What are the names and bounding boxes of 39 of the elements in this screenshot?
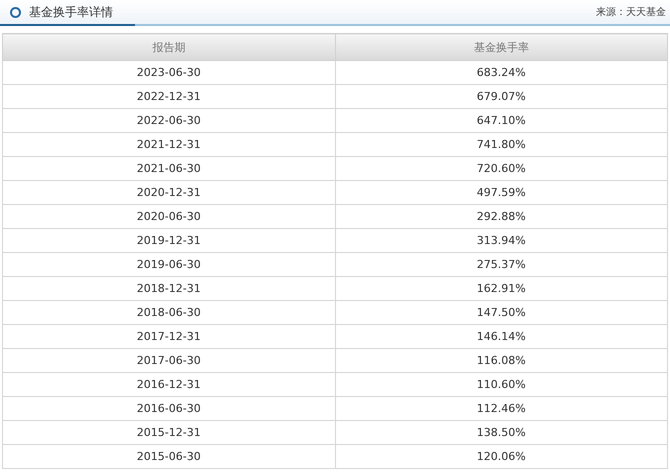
table-cell: 679.07%	[335, 84, 668, 108]
table-cell: 741.80%	[335, 132, 668, 156]
table-cell: 2022-12-31	[2, 84, 335, 108]
table-cell: 2022-06-30	[2, 108, 335, 132]
table-cell: 313.94%	[335, 228, 668, 252]
table-cell: 147.50%	[335, 300, 668, 324]
source-label: 来源：天天基金	[596, 6, 666, 19]
table-cell: 162.91%	[335, 276, 668, 300]
table-cell: 2019-06-30	[2, 252, 335, 276]
circle-icon	[10, 6, 21, 18]
table-cell: 2016-06-30	[2, 396, 335, 420]
column-header: 报告期	[2, 34, 335, 60]
table-cell: 2021-12-31	[2, 132, 335, 156]
table-cell: 647.10%	[335, 108, 668, 132]
table-cell: 2018-06-30	[2, 300, 335, 324]
table-cell: 2020-12-31	[2, 180, 335, 204]
panel-title: 基金换手率详情	[29, 4, 113, 20]
table-cell: 292.88%	[335, 204, 668, 228]
table-cell: 112.46%	[335, 396, 668, 420]
table-cell: 2017-06-30	[2, 348, 335, 372]
table-cell: 110.60%	[335, 372, 668, 396]
table-cell: 2015-06-30	[2, 444, 335, 468]
table-cell: 2021-06-30	[2, 156, 335, 180]
column-header: 基金换手率	[335, 34, 668, 60]
table-cell: 2017-12-31	[2, 324, 335, 348]
table-cell: 2019-12-31	[2, 228, 335, 252]
table-cell: 2018-12-31	[2, 276, 335, 300]
table-cell: 2016-12-31	[2, 372, 335, 396]
table-cell: 2023-06-30	[2, 60, 335, 84]
table-cell: 497.59%	[335, 180, 668, 204]
table-cell: 116.08%	[335, 348, 668, 372]
table-cell: 120.06%	[335, 444, 668, 468]
table-cell: 2015-12-31	[2, 420, 335, 444]
table-cell: 720.60%	[335, 156, 668, 180]
table-cell: 2020-06-30	[2, 204, 335, 228]
table-cell: 146.14%	[335, 324, 668, 348]
table-cell: 683.24%	[335, 60, 668, 84]
table-cell: 138.50%	[335, 420, 668, 444]
table-cell: 275.37%	[335, 252, 668, 276]
